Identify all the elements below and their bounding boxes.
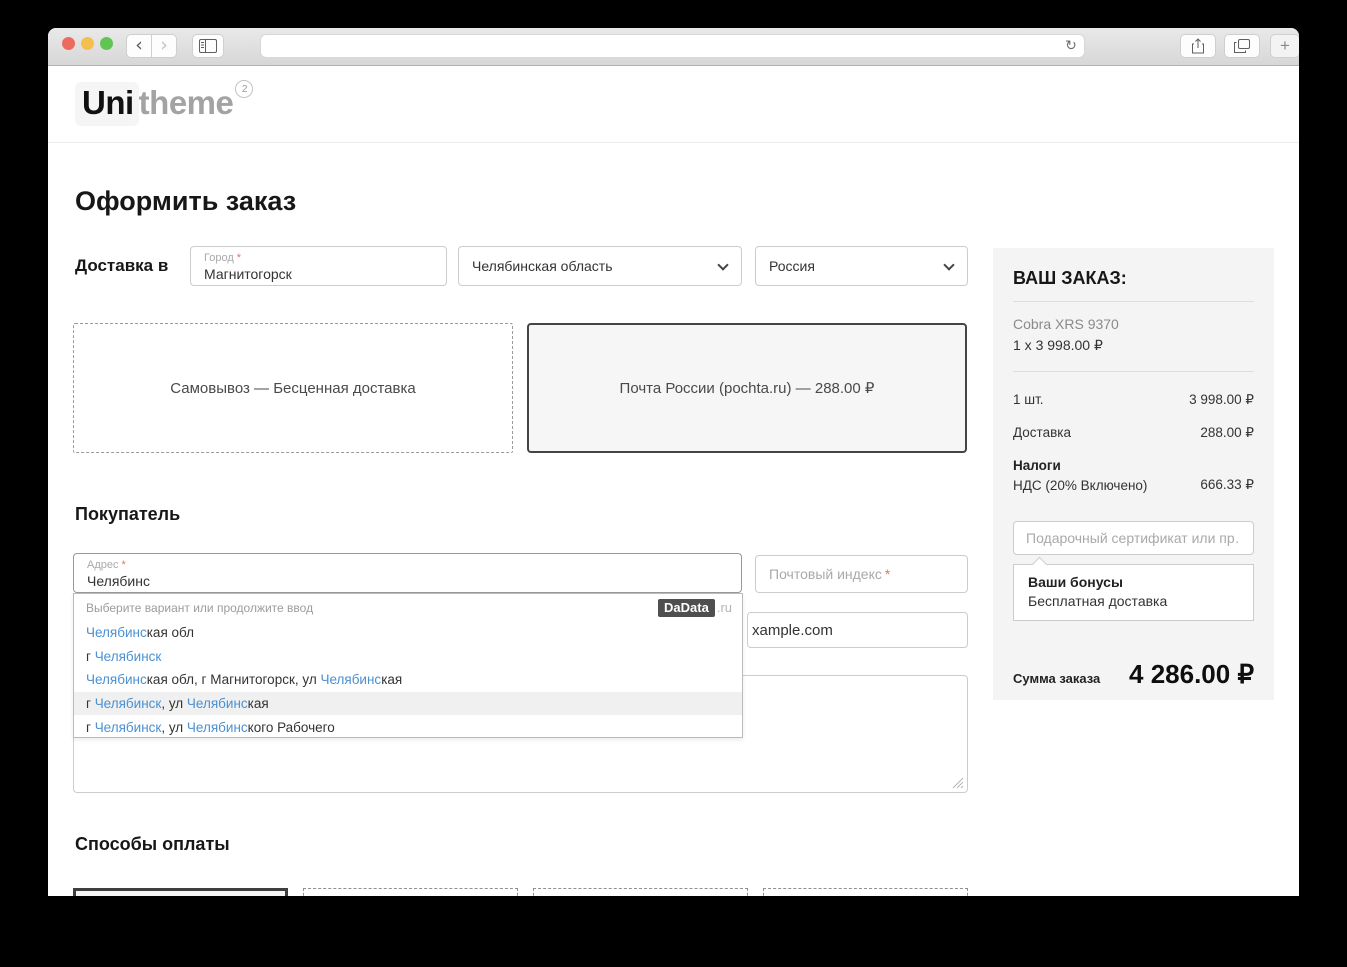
- logo-part-theme: theme: [139, 82, 234, 122]
- bonus-title: Ваши бонусы: [1028, 574, 1239, 590]
- shipping-option-post-selected[interactable]: Почта России (pochta.ru) — 288.00 ₽: [527, 323, 967, 453]
- shipping-option-post-label: Почта России (pochta.ru) — 288.00 ₽: [620, 379, 875, 397]
- show-tabs-button[interactable]: [1224, 34, 1260, 58]
- suggest-hint-row: Выберите вариант или продолжите ввод DaD…: [74, 594, 742, 621]
- site-header: Unitheme 2: [48, 66, 1299, 143]
- order-tax-label: НДС (20% Включено): [1013, 478, 1147, 493]
- dadata-badge: DaData: [658, 599, 715, 617]
- postcode-field[interactable]: Почтовый индекс*: [755, 555, 968, 593]
- gift-certificate-input[interactable]: [1013, 521, 1254, 555]
- suggest-item[interactable]: г Челябинск: [74, 645, 742, 669]
- divider: [1013, 371, 1254, 372]
- browser-window: ‹ › ↻: [48, 28, 1299, 967]
- suggest-item-active[interactable]: г Челябинск, ул Челябинская: [74, 692, 742, 716]
- order-row-label: Доставка: [1013, 425, 1071, 441]
- url-input[interactable]: [261, 39, 1058, 53]
- resize-grip-icon[interactable]: [952, 777, 964, 789]
- zoom-window-button[interactable]: [100, 37, 113, 50]
- order-row-value: 288.00 ₽: [1200, 425, 1254, 441]
- suggest-item[interactable]: Челябинская обл: [74, 621, 742, 645]
- address-field-label: Адрес*: [87, 559, 126, 571]
- logo-version-badge: 2: [235, 80, 253, 98]
- forward-icon: ›: [160, 36, 168, 57]
- delivery-label: Доставка в: [75, 246, 168, 286]
- order-row-label: 1 шт.: [1013, 392, 1044, 408]
- bonus-popover: Ваши бонусы Бесплатная доставка: [1013, 564, 1254, 621]
- chevron-down-icon: [943, 259, 954, 270]
- order-row-value: 3 998.00 ₽: [1189, 392, 1254, 408]
- order-total-value: 4 286.00 ₽: [1129, 659, 1254, 690]
- payment-section-title: Способы оплаты: [75, 834, 230, 855]
- region-select[interactable]: Челябинская область: [458, 246, 742, 286]
- order-tax-value: 666.33 ₽: [1200, 477, 1254, 493]
- divider: [1013, 301, 1254, 302]
- back-icon: ‹: [135, 36, 143, 57]
- back-button[interactable]: ‹: [126, 34, 152, 58]
- country-select[interactable]: Россия: [755, 246, 968, 286]
- required-asterisk: *: [237, 252, 241, 264]
- suggest-hint: Выберите вариант или продолжите ввод: [86, 601, 313, 615]
- customer-section-title: Покупатель: [75, 504, 180, 525]
- country-select-value: Россия: [769, 258, 815, 274]
- reload-icon[interactable]: ↻: [1058, 38, 1084, 54]
- order-total-label: Сумма заказа: [1013, 671, 1100, 686]
- postcode-placeholder: Почтовый индекс*: [769, 556, 890, 592]
- sidebar-toggle-button[interactable]: [192, 34, 224, 58]
- new-tab-button[interactable]: +: [1270, 34, 1299, 58]
- close-window-button[interactable]: [62, 37, 75, 50]
- order-total-row: Сумма заказа 4 286.00 ₽: [1013, 659, 1254, 690]
- suggest-item[interactable]: г Челябинск, ул Челябинского Рабочего: [74, 715, 742, 739]
- address-field[interactable]: Адрес*: [73, 553, 742, 593]
- required-asterisk: *: [885, 566, 890, 582]
- order-tax-title: Налоги: [1013, 458, 1254, 473]
- shipping-option-pickup[interactable]: Самовывоз — Бесценная доставка: [73, 323, 513, 453]
- share-icon: [1191, 38, 1205, 54]
- sidebar-icon: [199, 39, 217, 53]
- chevron-down-icon: [717, 259, 728, 270]
- order-product-name[interactable]: Cobra XRS 9370: [1013, 316, 1254, 332]
- browser-titlebar: ‹ › ↻: [48, 28, 1299, 66]
- order-product-qty: 1 x 3 998.00 ₽: [1013, 337, 1254, 354]
- shipping-option-pickup-label: Самовывоз — Бесценная доставка: [170, 380, 415, 397]
- required-asterisk: *: [122, 559, 126, 571]
- city-input[interactable]: [204, 266, 438, 282]
- dadata-tld: .ru: [717, 600, 732, 615]
- order-row-shipping: Доставка 288.00 ₽: [1013, 425, 1254, 441]
- city-field-label: Город*: [204, 252, 241, 264]
- bonus-text: Бесплатная доставка: [1028, 593, 1239, 609]
- page-title: Оформить заказ: [75, 186, 296, 217]
- page-footer: [48, 896, 1299, 967]
- order-summary-panel: ВАШ ЗАКАЗ: Cobra XRS 9370 1 x 3 998.00 ₽…: [993, 248, 1274, 700]
- minimize-window-button[interactable]: [81, 37, 94, 50]
- dadata-logo: DaData .ru: [658, 599, 732, 617]
- site-logo[interactable]: Unitheme 2: [75, 82, 253, 126]
- order-row-tax: НДС (20% Включено) 666.33 ₽: [1013, 477, 1254, 493]
- region-select-value: Челябинская область: [472, 258, 613, 274]
- forward-button[interactable]: ›: [151, 34, 177, 58]
- email-field[interactable]: [747, 612, 968, 648]
- address-bar: ↻: [260, 34, 1085, 58]
- address-input[interactable]: [87, 573, 733, 589]
- tabs-icon: [1234, 39, 1250, 53]
- plus-icon: +: [1280, 36, 1290, 56]
- order-summary-title: ВАШ ЗАКАЗ:: [1013, 268, 1254, 289]
- logo-part-uni: Uni: [75, 82, 139, 126]
- suggest-item[interactable]: Челябинская обл, г Магнитогорск, ул Челя…: [74, 668, 742, 692]
- address-suggest-dropdown: Выберите вариант или продолжите ввод DaD…: [73, 593, 743, 738]
- order-row-subtotal: 1 шт. 3 998.00 ₽: [1013, 392, 1254, 408]
- share-button[interactable]: [1180, 34, 1216, 58]
- city-field[interactable]: Город*: [190, 246, 447, 286]
